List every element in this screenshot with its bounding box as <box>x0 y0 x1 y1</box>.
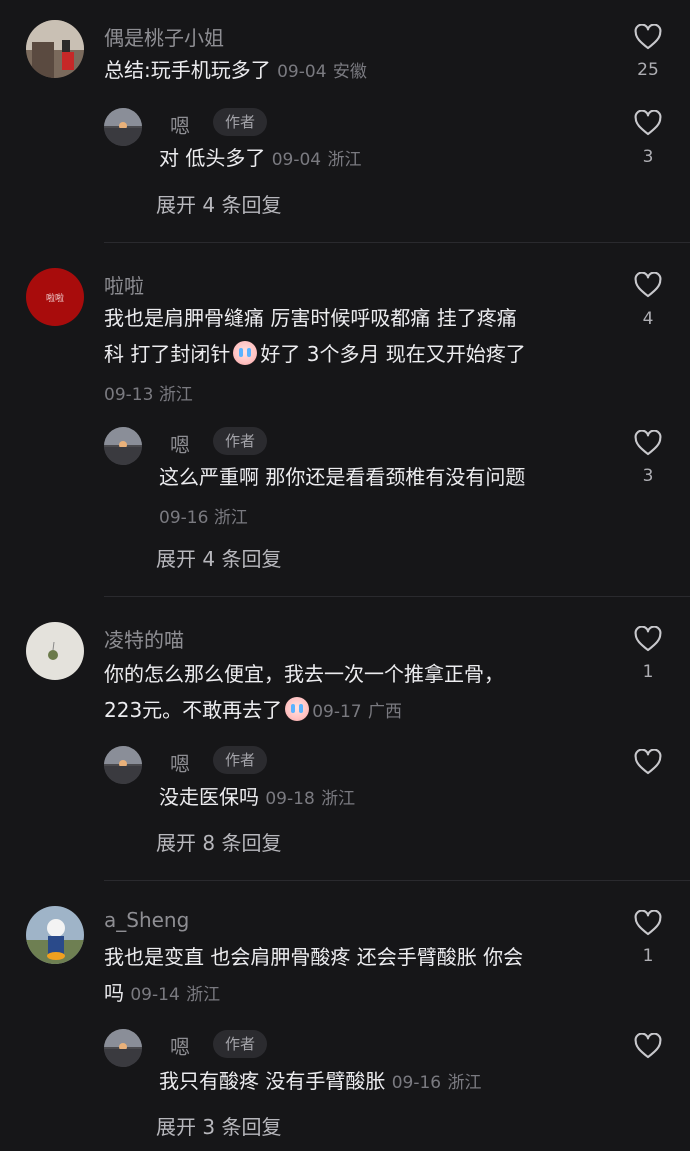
reply-body: 我只有酸疼 没有手臂酸胀 <box>159 1069 386 1093</box>
author-badge: 作者 <box>213 746 267 774</box>
heart-outline-icon[interactable] <box>634 749 662 775</box>
comment-body-line-1: 我也是变直 也会肩胛骨酸疼 还会手臂酸胀 你会 <box>104 945 524 969</box>
expand-replies-button[interactable]: 展开 4 条回复 <box>156 189 281 218</box>
heart-outline-icon[interactable] <box>634 24 662 50</box>
like-count: 3 <box>642 147 654 167</box>
author-badge: 作者 <box>213 108 267 136</box>
crying-face-emoji <box>285 697 310 721</box>
expand-replies-button[interactable]: 展开 3 条回复 <box>156 1111 281 1140</box>
avatar-text: 啦啦 <box>46 292 64 304</box>
divider <box>104 596 690 597</box>
comment-location: 浙江 <box>186 985 221 1005</box>
reply-date: 09-18 <box>265 789 315 809</box>
reply-text: 我只有酸疼 没有手臂酸胀 09-16 浙江 <box>159 1063 609 1101</box>
comment-text: 我也是肩胛骨缝痛 厉害时候呼吸都痛 挂了疼痛 科 打了封闭针 好了 3个多月 现在… <box>104 300 624 372</box>
reply-location: 浙江 <box>327 150 362 170</box>
comment-body-line-2: 223元。不敢再去了 09-17 广西 <box>104 697 402 722</box>
reply-location: 浙江 <box>213 508 248 528</box>
like-count: 25 <box>637 60 659 80</box>
reply-username[interactable]: 嗯 <box>170 429 190 458</box>
avatar-author[interactable] <box>104 427 142 465</box>
heart-outline-icon[interactable] <box>634 110 662 136</box>
heart-outline-icon[interactable] <box>634 1033 662 1059</box>
comment-body: 总结:玩手机玩多了 <box>104 58 271 82</box>
comment-location: 安徽 <box>332 62 367 82</box>
reply-date: 09-16 <box>391 1073 442 1093</box>
comment-body-line-1: 我也是肩胛骨缝痛 厉害时候呼吸都痛 挂了疼痛 <box>104 306 517 330</box>
comment-text: 我也是变直 也会肩胛骨酸疼 还会手臂酸胀 你会 吗 09-14 浙江 <box>104 939 624 1013</box>
comment-text: 你的怎么那么便宜，我去一次一个推拿正骨， 223元。不敢再去了 09-17 广西 <box>104 656 624 730</box>
divider <box>104 880 690 881</box>
reply-date: 09-04 <box>271 150 322 170</box>
crying-face-emoji <box>233 341 258 365</box>
reply-body: 这么严重啊 那你还是看看颈椎有没有问题 <box>159 465 526 489</box>
like-count: 3 <box>642 466 654 486</box>
heart-outline-icon[interactable] <box>634 626 662 652</box>
heart-outline-icon[interactable] <box>634 272 662 298</box>
reply-location: 浙江 <box>447 1073 482 1093</box>
reply-text: 对 低头多了 09-04 浙江 <box>159 140 609 178</box>
avatar-user-4[interactable] <box>26 906 84 964</box>
avatar-user-1[interactable] <box>26 20 84 78</box>
comment-date: 09-14 <box>130 985 180 1005</box>
avatar-user-3[interactable] <box>26 622 84 680</box>
comment-body-line-2: 吗 09-14 浙江 <box>104 981 221 1005</box>
expand-replies-button[interactable]: 展开 4 条回复 <box>156 543 281 572</box>
author-badge: 作者 <box>213 1030 267 1058</box>
comment-location: 浙江 <box>158 385 193 405</box>
avatar-user-2[interactable]: 啦啦 <box>26 268 84 326</box>
username[interactable]: 啦啦 <box>104 270 144 299</box>
like-count: 4 <box>642 309 654 329</box>
username[interactable]: 偶是桃子小姐 <box>104 22 224 51</box>
avatar-author[interactable] <box>104 746 142 784</box>
avatar-author[interactable] <box>104 108 142 146</box>
comment-text: 总结:玩手机玩多了 09-04 安徽 <box>104 52 624 90</box>
reply-location: 浙江 <box>321 789 356 809</box>
comment-body-line-1: 你的怎么那么便宜，我去一次一个推拿正骨， <box>104 662 504 686</box>
author-badge: 作者 <box>213 427 267 455</box>
reply-text: 没走医保吗 09-18 浙江 <box>159 779 609 817</box>
reply-username[interactable]: 嗯 <box>170 748 190 777</box>
username[interactable]: 凌特的喵 <box>104 624 184 653</box>
divider <box>104 242 690 243</box>
reply-body: 没走医保吗 <box>159 785 259 809</box>
reply-username[interactable]: 嗯 <box>170 1031 190 1060</box>
reply-meta: 09-16 浙江 <box>159 503 248 528</box>
comment-body-line-2: 科 打了封闭针 好了 3个多月 现在又开始疼了 <box>104 341 526 366</box>
expand-replies-button[interactable]: 展开 8 条回复 <box>156 827 281 856</box>
username[interactable]: a_Sheng <box>104 908 189 932</box>
comment-date: 09-13 <box>104 385 154 405</box>
reply-username[interactable]: 嗯 <box>170 110 190 139</box>
like-count: 1 <box>642 662 654 682</box>
like-count: 1 <box>642 946 654 966</box>
avatar-author[interactable] <box>104 1029 142 1067</box>
heart-outline-icon[interactable] <box>634 910 662 936</box>
comment-location: 广西 <box>367 702 402 722</box>
reply-date: 09-16 <box>159 508 209 528</box>
comment-date: 09-04 <box>277 62 327 82</box>
heart-outline-icon[interactable] <box>634 430 662 456</box>
comment-date: 09-17 <box>312 702 362 722</box>
reply-body: 对 低头多了 <box>159 146 266 170</box>
comment-meta: 09-13 浙江 <box>104 380 193 405</box>
